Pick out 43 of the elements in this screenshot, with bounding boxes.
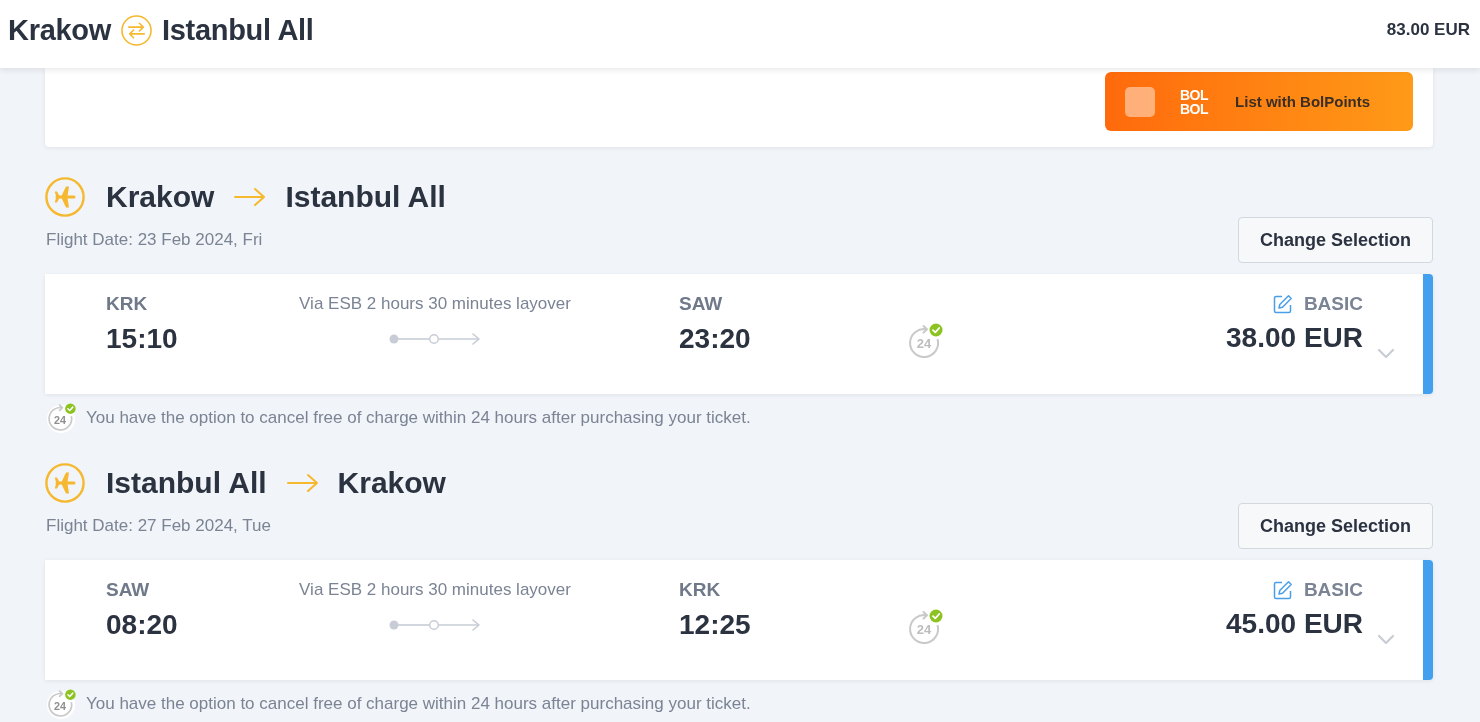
origin-city: Krakow: [106, 180, 215, 214]
arrow-right-icon: [234, 187, 267, 207]
chevron-down-icon[interactable]: [1377, 348, 1395, 359]
arrow-right-icon: [286, 473, 319, 493]
arrival-time: 12:25: [679, 608, 752, 642]
destination-city: Krakow: [337, 466, 446, 500]
change-selection-button[interactable]: Change Selection: [1237, 217, 1433, 263]
route-line-icon: [389, 619, 481, 631]
origin-city: Krakow: [8, 13, 111, 47]
flight-date: Flight Date: 27 Feb 2024, Tue: [46, 516, 271, 536]
free-cancel-24h-icon: 24: [46, 689, 76, 719]
fare-price: 45.00 EUR: [1226, 607, 1363, 641]
departure-time: 15:10: [106, 322, 179, 356]
edit-icon[interactable]: [1272, 580, 1293, 600]
airport-code: SAW: [106, 578, 151, 602]
swap-icon[interactable]: [120, 14, 152, 46]
airport-code: KRK: [106, 292, 149, 316]
bolbol-logo: BOL BOL: [1180, 87, 1209, 116]
destination-city: Istanbul All: [285, 180, 446, 214]
fare-price: 38.00 EUR: [1226, 321, 1363, 355]
departure-time: 08:20: [106, 608, 179, 642]
origin-city: Istanbul All: [106, 466, 267, 500]
edit-icon[interactable]: [1272, 294, 1293, 314]
layover-text: Via ESB 2 hours 30 minutes layover: [299, 579, 571, 601]
airport-code: KRK: [679, 578, 722, 602]
airport-code: SAW: [679, 292, 724, 316]
destination-city: Istanbul All: [161, 13, 314, 47]
fare-type: BASIC: [1303, 293, 1363, 315]
square-icon: [1125, 86, 1155, 117]
flight-date: Flight Date: 23 Feb 2024, Fri: [46, 230, 263, 250]
arrival-time: 23:20: [679, 322, 752, 356]
plane-icon: [45, 177, 85, 217]
change-selection-button[interactable]: Change Selection: [1237, 503, 1433, 549]
layover-text: Via ESB 2 hours 30 minutes layover: [299, 293, 571, 315]
bolpoints-button[interactable]: BOL BOL List with BolPoints: [1105, 72, 1413, 131]
fare-type: BASIC: [1303, 579, 1363, 601]
free-cancel-note: You have the option to cancel free of charge within 24 hours after purchasing your ticket.: [86, 408, 751, 428]
chevron-down-icon[interactable]: [1377, 634, 1395, 645]
route-line-icon: [389, 333, 481, 345]
plane-icon: [45, 463, 85, 503]
free-cancel-24h-icon: 24: [46, 403, 76, 433]
total-price: 83.00 EUR: [1386, 20, 1470, 40]
free-cancel-note: You have the option to cancel free of charge within 24 hours after purchasing your ticket.: [86, 694, 751, 714]
